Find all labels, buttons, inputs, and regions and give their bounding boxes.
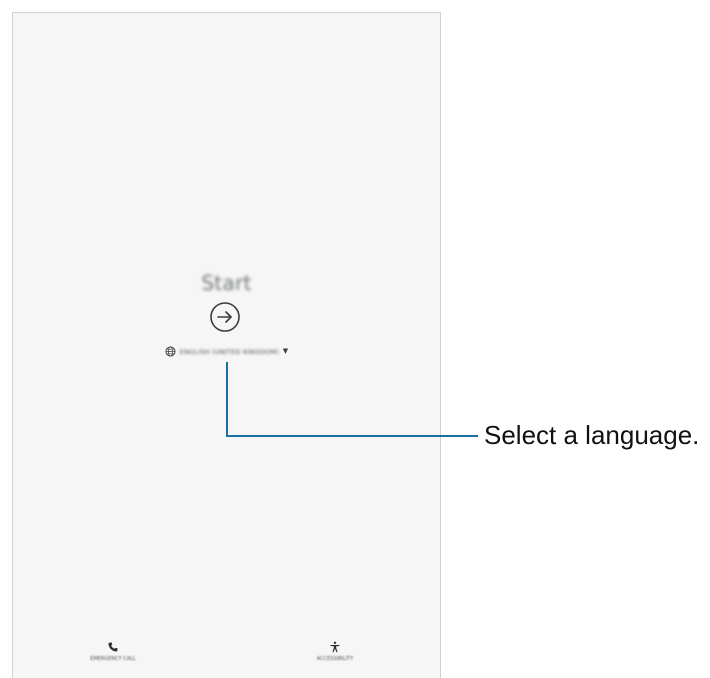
phone-icon (107, 641, 119, 653)
emergency-call-button[interactable]: EMERGENCY CALL (73, 641, 153, 662)
globe-icon (165, 346, 176, 357)
language-selector[interactable]: ENGLISH (UNITED KINGDOM) ▼ (13, 346, 440, 357)
start-button[interactable] (209, 301, 241, 333)
accessibility-icon (329, 641, 341, 653)
start-title: Start (201, 271, 252, 295)
dropdown-arrow-icon: ▼ (282, 347, 289, 355)
emergency-call-label: EMERGENCY CALL (90, 656, 136, 662)
language-label: ENGLISH (UNITED KINGDOM) (179, 347, 279, 356)
arrow-right-circle-icon (210, 302, 240, 332)
page: Start ENGLISH (UNITED KINGDOM) ▼ EMERGEN… (0, 0, 710, 678)
device-screen: Start ENGLISH (UNITED KINGDOM) ▼ EMERGEN… (12, 12, 441, 678)
accessibility-button[interactable]: ACCESSIBILITY (293, 641, 377, 662)
accessibility-label: ACCESSIBILITY (316, 656, 354, 662)
callout-text: Select a language. (484, 420, 700, 450)
